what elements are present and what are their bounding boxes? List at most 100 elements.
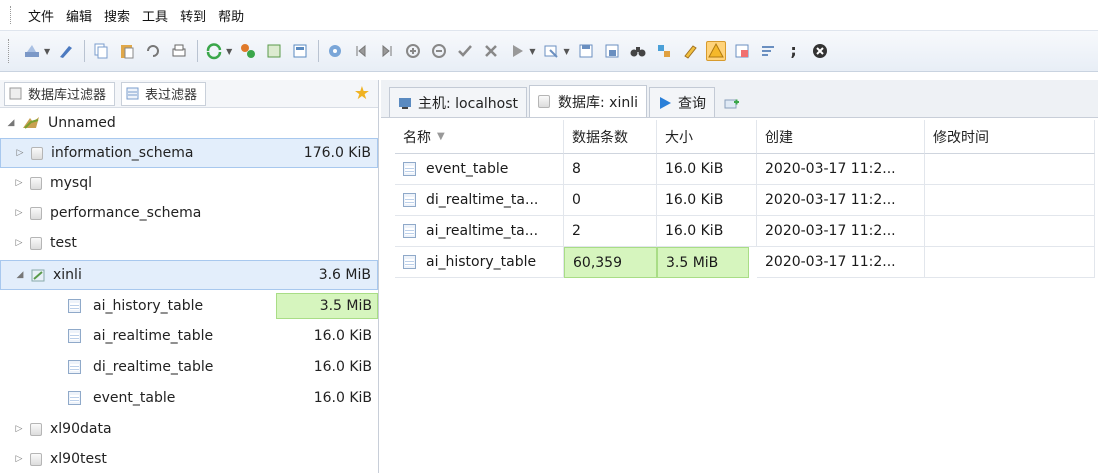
semicolon-icon[interactable]: ; [784,41,804,61]
close-circle-icon[interactable] [810,41,830,61]
table-icon [126,87,139,100]
column-header-label: 修改时间 [933,129,989,146]
copy-icon[interactable] [91,41,111,61]
table-size: 3.5 MiB [276,293,378,319]
grid-header: 名称 ▼ 数据条数 大小 创建 修改时间 [395,120,1095,154]
tree-item-test[interactable]: ▷ test [0,228,378,258]
table-icon[interactable] [264,41,284,61]
cell-name[interactable]: di_realtime_ta... [395,185,564,216]
expand-arrow-icon[interactable]: ▷ [14,454,24,464]
import-icon[interactable] [541,41,561,61]
tree-item-mysql[interactable]: ▷ mysql [0,168,378,198]
column-header-modified[interactable]: 修改时间 [925,120,1095,154]
import-dropdown[interactable]: ▼ [563,47,569,56]
cell-size[interactable]: 3.5 MiB [657,247,749,278]
binoculars-icon[interactable] [628,41,648,61]
tree-item-event-table[interactable]: event_table 16.0 KiB [0,383,378,413]
tree-item-information-schema[interactable]: ▷ information_schema 176.0 KiB [0,138,378,168]
menu-search[interactable]: 搜索 [104,6,130,25]
warning-icon[interactable] [705,41,726,61]
tree-item-unnamed[interactable]: ◢ Unnamed [0,108,378,138]
collapse-arrow-icon[interactable]: ◢ [15,270,25,280]
expand-arrow-icon[interactable]: ▷ [14,178,24,188]
tree-item-ai-realtime-table[interactable]: ai_realtime_table 16.0 KiB [0,321,378,351]
expand-arrow-icon[interactable]: ▷ [14,238,24,248]
cell-rows[interactable]: 8 [564,154,657,185]
stop-icon[interactable] [325,41,345,61]
tree-item-label: xinli [53,267,82,283]
edit-icon[interactable] [680,41,700,61]
menu-goto[interactable]: 转到 [180,6,206,25]
cell-size[interactable]: 16.0 KiB [657,216,757,247]
sort-arrow-icon: ▼ [437,131,445,142]
menu-tools[interactable]: 工具 [142,6,168,25]
menu-edit[interactable]: 编辑 [66,6,92,25]
collapse-arrow-icon[interactable]: ◢ [6,118,16,128]
cancel-icon[interactable] [481,41,501,61]
undo-icon[interactable] [143,41,163,61]
cell-name[interactable]: event_table [395,154,564,185]
save-icon[interactable] [576,41,596,61]
wrap-icon[interactable] [758,41,778,61]
paste-icon[interactable] [117,41,137,61]
first-icon[interactable] [351,41,371,61]
cell-created[interactable]: 2020-03-17 11:2... [757,154,925,185]
column-header-size[interactable]: 大小 [657,120,757,154]
cell-text: ai_realtime_ta... [426,223,539,239]
add-icon[interactable] [403,41,423,61]
tab-query[interactable]: 查询 [649,87,716,117]
tags-icon[interactable] [654,41,674,61]
last-icon[interactable] [377,41,397,61]
expand-arrow-icon[interactable]: ▷ [14,208,24,218]
cell-size[interactable]: 16.0 KiB [657,185,757,216]
expand-arrow-icon[interactable]: ▷ [15,148,25,158]
cell-created[interactable]: 2020-03-17 11:2... [757,185,925,216]
cell-modified[interactable] [925,216,1095,247]
tree-item-performance-schema[interactable]: ▷ performance_schema [0,198,378,228]
play-icon[interactable] [507,41,527,61]
column-header-created[interactable]: 创建 [757,120,925,154]
cell-created[interactable]: 2020-03-17 11:2... [757,216,925,247]
tab-database[interactable]: 数据库: xinli [529,85,648,117]
cell-modified[interactable] [925,154,1095,185]
cell-name[interactable]: ai_history_table [395,247,564,278]
menu-help[interactable]: 帮助 [218,6,244,25]
cell-rows[interactable]: 60,359 [564,247,657,278]
brush-icon[interactable] [56,41,76,61]
cell-created[interactable]: 2020-03-17 11:2... [757,247,925,278]
tree-item-ai-history-table[interactable]: ai_history_table 3.5 MiB [0,291,378,321]
wizard-icon[interactable] [22,41,42,61]
cell-rows[interactable]: 2 [564,216,657,247]
menu-file[interactable]: 文件 [28,6,54,25]
tab-table-filter[interactable]: 表过滤器 [121,81,207,106]
column-header-name[interactable]: 名称 ▼ [395,120,564,154]
cell-rows[interactable]: 0 [564,185,657,216]
new-query-tab-icon[interactable] [717,91,747,117]
cell-modified[interactable] [925,247,1095,278]
toolbar-separator [84,40,86,62]
refresh-icon[interactable] [204,41,224,61]
tree-item-di-realtime-table[interactable]: di_realtime_table 16.0 KiB [0,352,378,382]
cell-text: ai_history_table [426,254,537,270]
wizard-dropdown[interactable]: ▼ [44,47,50,56]
check-icon[interactable] [455,41,475,61]
print-icon[interactable] [169,41,189,61]
connect-icon[interactable] [238,41,258,61]
tab-host[interactable]: 主机: localhost [389,87,528,117]
cell-name[interactable]: ai_realtime_ta... [395,216,564,247]
save-as-icon[interactable] [602,41,622,61]
refresh-dropdown[interactable]: ▼ [226,47,232,56]
tab-database-filter[interactable]: 数据库过滤器 [4,81,116,106]
play-dropdown[interactable]: ▼ [529,47,535,56]
tree-item-xl90data[interactable]: ▷ xl90data [0,414,378,444]
cell-size[interactable]: 16.0 KiB [657,154,757,185]
remove-icon[interactable] [429,41,449,61]
star-icon[interactable]: ★ [354,83,370,104]
cell-modified[interactable] [925,185,1095,216]
column-header-rows[interactable]: 数据条数 [564,120,657,154]
hex-icon[interactable] [732,41,752,61]
tree-item-xl90test[interactable]: ▷ xl90test [0,444,378,473]
query-icon[interactable] [290,41,310,61]
tree-item-xinli[interactable]: ◢ xinli 3.6 MiB [0,260,378,290]
expand-arrow-icon[interactable]: ▷ [14,424,24,434]
